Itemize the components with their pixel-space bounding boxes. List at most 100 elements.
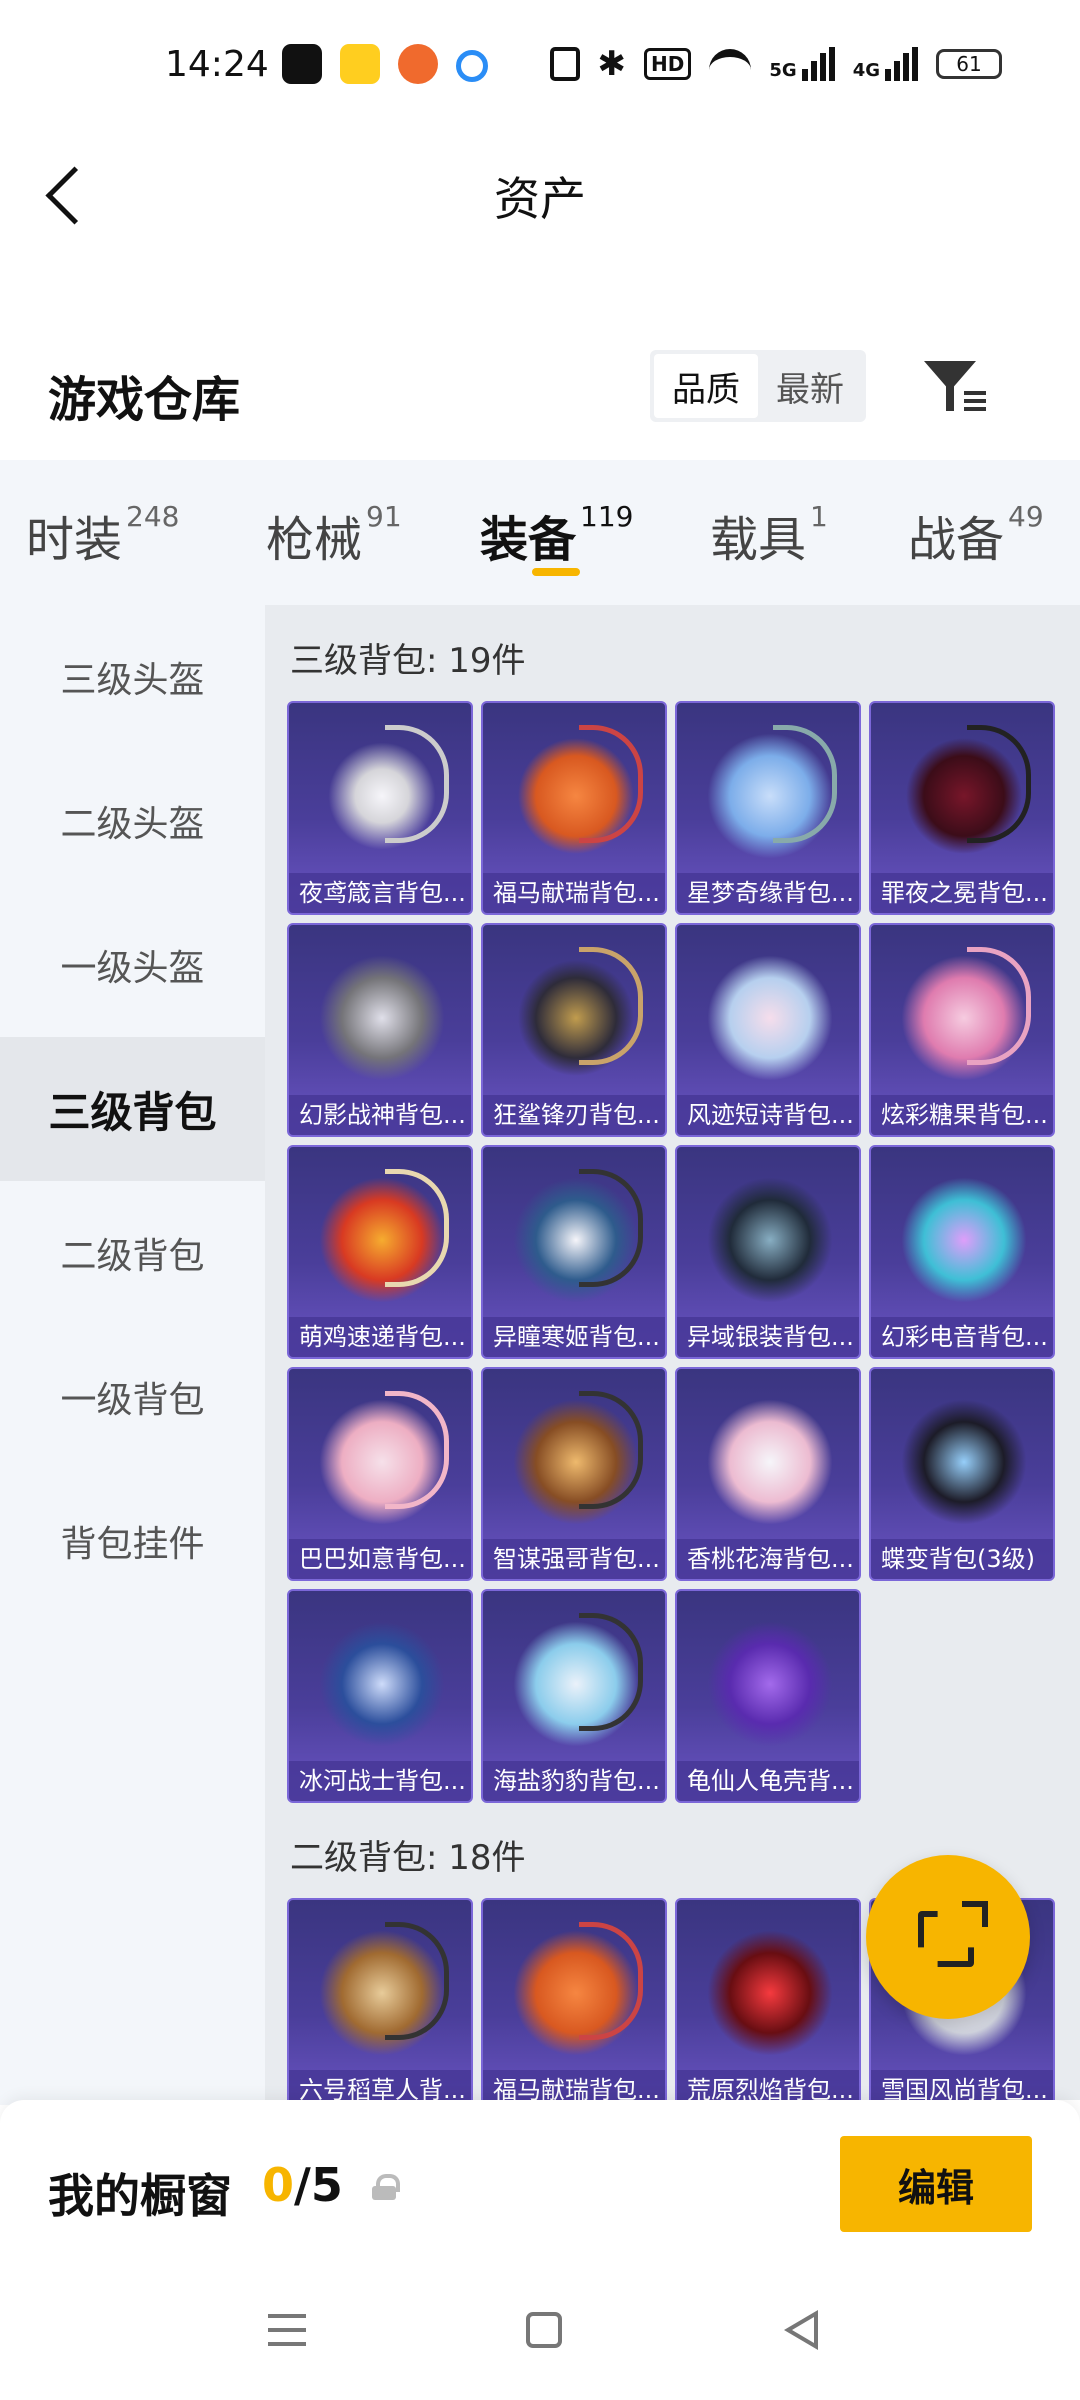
edit-button[interactable]: 编辑 bbox=[840, 2136, 1032, 2232]
tab-label: 战备 bbox=[908, 512, 1005, 568]
tab-guns[interactable]: 枪械 91 bbox=[266, 500, 402, 570]
item-card[interactable]: 巴巴如意背包... bbox=[287, 1367, 473, 1581]
backpack-image bbox=[319, 955, 445, 1081]
strap bbox=[579, 947, 643, 1065]
signal-4g-label: 4G bbox=[852, 60, 880, 81]
item-card[interactable]: 幻影战神背包... bbox=[287, 923, 473, 1137]
item-card[interactable]: 夜鸢箴言背包... bbox=[287, 701, 473, 915]
tab-label: 装备 bbox=[480, 512, 577, 568]
tab-equipment[interactable]: 装备 119 bbox=[480, 500, 633, 570]
backpack-image bbox=[707, 955, 833, 1081]
signal-4g-icon: 4G bbox=[853, 47, 918, 81]
hd-icon: HD bbox=[644, 48, 692, 80]
item-card[interactable]: 蝶变背包(3级) bbox=[869, 1367, 1055, 1581]
item-card[interactable]: 萌鸡速递背包... bbox=[287, 1145, 473, 1359]
item-card[interactable]: 海盐豹豹背包... bbox=[481, 1589, 667, 1803]
home-icon[interactable] bbox=[526, 2312, 562, 2348]
item-name: 荒原烈焰背包... bbox=[677, 2070, 859, 2100]
strap bbox=[385, 1922, 449, 2040]
sidebar-item-backpack-charm[interactable]: 背包挂件 bbox=[0, 1469, 265, 1613]
item-name: 风迹短诗背包... bbox=[677, 1095, 859, 1135]
item-name: 巴巴如意背包... bbox=[289, 1539, 471, 1579]
backpack-image bbox=[707, 1621, 833, 1747]
backpack-image bbox=[707, 1399, 833, 1525]
backpack-image bbox=[319, 1621, 445, 1747]
strap bbox=[579, 725, 643, 843]
item-card[interactable]: 罪夜之冕背包... bbox=[869, 701, 1055, 915]
item-card[interactable]: 风迹短诗背包... bbox=[675, 923, 861, 1137]
wifi-icon bbox=[709, 49, 752, 79]
item-name: 六号稻草人背... bbox=[289, 2070, 471, 2100]
nfc-icon bbox=[549, 47, 580, 81]
showcase-count: 0/5 bbox=[262, 2158, 343, 2212]
backpack-image bbox=[707, 1177, 833, 1303]
strap bbox=[579, 1922, 643, 2040]
page-title: 资产 bbox=[494, 172, 586, 226]
item-name: 蝶变背包(3级) bbox=[871, 1539, 1053, 1579]
share-button[interactable] bbox=[866, 1855, 1030, 2019]
item-card[interactable]: 冰河战士背包... bbox=[287, 1589, 473, 1803]
category-tabs: 时装 248 枪械 91 装备 119 载具 1 战备 49 bbox=[0, 460, 1080, 605]
status-time: 14:24 bbox=[165, 44, 269, 85]
item-name: 异域银装背包... bbox=[677, 1317, 859, 1357]
sidebar-item-backpack-3[interactable]: 三级背包 bbox=[0, 1037, 265, 1181]
game-icon bbox=[398, 44, 438, 84]
tiktok-icon bbox=[282, 44, 322, 84]
sidebar-item-backpack-2[interactable]: 二级背包 bbox=[0, 1181, 265, 1325]
item-name: 狂鲨锋刃背包... bbox=[483, 1095, 665, 1135]
item-card[interactable]: 福马献瑞背包... bbox=[481, 1898, 667, 2100]
item-name: 海盐豹豹背包... bbox=[483, 1761, 665, 1801]
filter-icon[interactable] bbox=[920, 355, 990, 417]
tab-count: 1 bbox=[810, 500, 828, 533]
warehouse-title: 游戏仓库 bbox=[48, 372, 241, 428]
item-name: 香桃花海背包... bbox=[677, 1539, 859, 1579]
strap bbox=[385, 725, 449, 843]
sidebar-item-helmet-1[interactable]: 一级头盔 bbox=[0, 893, 265, 1037]
strap bbox=[773, 725, 837, 843]
tab-count: 49 bbox=[1008, 500, 1044, 533]
sidebar-item-helmet-3[interactable]: 三级头盔 bbox=[0, 605, 265, 749]
backpack-image bbox=[901, 1399, 1027, 1525]
item-name: 龟仙人龟壳背... bbox=[677, 1761, 859, 1801]
tab-fashion[interactable]: 时装 248 bbox=[26, 500, 179, 570]
item-name: 福马献瑞背包... bbox=[483, 873, 665, 913]
group-title: 二级背包: 18件 bbox=[290, 1838, 526, 1878]
group-title: 三级背包: 19件 bbox=[290, 641, 526, 681]
item-name: 夜鸢箴言背包... bbox=[289, 873, 471, 913]
strap bbox=[967, 725, 1031, 843]
item-name: 异瞳寒姬背包... bbox=[483, 1317, 665, 1357]
back-triangle-icon[interactable] bbox=[784, 2310, 818, 2350]
sidebar-item-helmet-2[interactable]: 二级头盔 bbox=[0, 749, 265, 893]
item-card[interactable]: 荒原烈焰背包... bbox=[675, 1898, 861, 2100]
strap bbox=[579, 1391, 643, 1509]
tab-vehicles[interactable]: 载具 1 bbox=[710, 500, 828, 570]
showcase-title: 我的橱窗 bbox=[48, 2169, 232, 2223]
item-card[interactable]: 六号稻草人背... bbox=[287, 1898, 473, 2100]
item-card[interactable]: 福马献瑞背包... bbox=[481, 701, 667, 915]
showcase-separator: / bbox=[294, 2158, 311, 2212]
search-app-icon bbox=[456, 50, 488, 82]
active-tab-indicator bbox=[532, 568, 580, 576]
tab-supplies[interactable]: 战备 49 bbox=[908, 500, 1044, 570]
showcase-current: 0 bbox=[262, 2158, 295, 2212]
item-name: 冰河战士背包... bbox=[289, 1761, 471, 1801]
item-name: 福马献瑞背包... bbox=[483, 2070, 665, 2100]
item-card[interactable]: 智谋强哥背包... bbox=[481, 1367, 667, 1581]
showcase-bar: 我的橱窗 0/5 编辑 bbox=[0, 2100, 1080, 2270]
menu-icon[interactable] bbox=[268, 2314, 306, 2346]
meituan-icon bbox=[340, 44, 380, 84]
item-card[interactable]: 龟仙人龟壳背... bbox=[675, 1589, 861, 1803]
item-name: 萌鸡速递背包... bbox=[289, 1317, 471, 1357]
item-card[interactable]: 狂鲨锋刃背包... bbox=[481, 923, 667, 1137]
item-card[interactable]: 幻彩电音背包... bbox=[869, 1145, 1055, 1359]
tab-label: 载具 bbox=[710, 512, 807, 568]
item-card[interactable]: 异瞳寒姬背包... bbox=[481, 1145, 667, 1359]
sort-newest-button[interactable]: 最新 bbox=[758, 354, 862, 418]
sort-quality-button[interactable]: 品质 bbox=[654, 354, 758, 418]
item-card[interactable]: 星梦奇缘背包... bbox=[675, 701, 861, 915]
item-card[interactable]: 异域银装背包... bbox=[675, 1145, 861, 1359]
share-arrow-icon bbox=[962, 1901, 988, 1927]
item-card[interactable]: 炫彩糖果背包... bbox=[869, 923, 1055, 1137]
item-card[interactable]: 香桃花海背包... bbox=[675, 1367, 861, 1581]
sidebar-item-backpack-1[interactable]: 一级背包 bbox=[0, 1325, 265, 1469]
